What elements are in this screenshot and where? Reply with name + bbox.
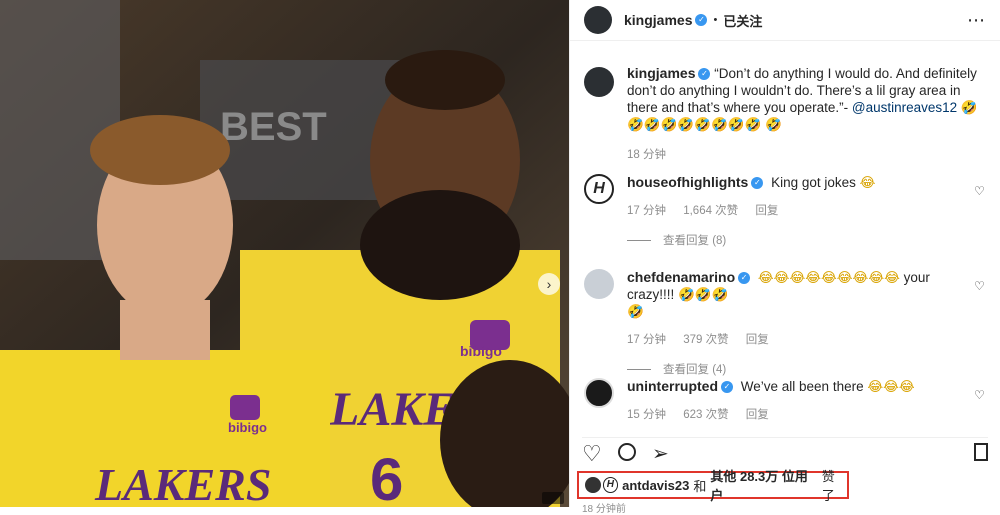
chevron-right-icon: › [546, 276, 552, 292]
caption-time[interactable]: 18 分钟 [627, 149, 666, 161]
avatar[interactable] [584, 378, 614, 408]
comment-time[interactable]: 15 分钟 [627, 409, 666, 421]
avatar[interactable]: H [602, 477, 619, 493]
reply-button[interactable]: 回复 [746, 409, 769, 421]
caption-username[interactable]: kingjames [627, 65, 695, 81]
reply-button[interactable]: 回复 [746, 334, 769, 346]
likes-liked: 赞了 [821, 469, 835, 503]
avatar[interactable]: H [584, 174, 614, 204]
share-icon[interactable]: ➢ [652, 441, 669, 466]
post-photo-illustration: BEST bibigo LAKERS 6 bibigo LAKERS [0, 0, 569, 507]
jersey-text-left: LAKERS [94, 459, 271, 507]
avatar[interactable] [585, 477, 601, 493]
likes-and: 和 [693, 478, 707, 494]
comment-icon[interactable] [618, 443, 636, 461]
comment-emoji-line2: 🤣 [627, 304, 644, 319]
jersey-patch-right: bibigo [460, 343, 502, 359]
caption-emojis-2: 🤣 [765, 117, 783, 132]
post-header: kingjames ✓ • 已关注 ⋯ [570, 0, 1000, 41]
verified-badge-icon: ✓ [695, 14, 708, 26]
comment-item: uninterrupted ✓ We’ve all been there 😂😂😂 … [584, 378, 990, 422]
caption-mention[interactable]: @austinreaves12 [852, 100, 957, 115]
view-replies[interactable]: 查看回复 (4) [627, 361, 990, 377]
comment-emoji: 😂😂😂 [867, 379, 915, 394]
likes-summary[interactable]: H antdavis23 和 其他 28.3万 位用户 赞了 [577, 469, 849, 503]
likes-others[interactable]: 其他 28.3万 位用户 [710, 466, 817, 504]
post-author-username[interactable]: kingjames [624, 12, 692, 28]
comment-emoji-prefix: 😂😂😂😂😂😂😂😂😂 [757, 270, 900, 285]
liker-username[interactable]: antdavis23 [622, 478, 689, 493]
comment-likes[interactable]: 379 次赞 [683, 334, 728, 346]
following-status[interactable]: 已关注 [723, 11, 762, 30]
header-separator: • [713, 14, 718, 26]
wall-text: BEST [220, 105, 327, 149]
avatar[interactable] [584, 67, 614, 97]
like-comment-icon[interactable]: ♡ [974, 184, 986, 198]
like-post-icon[interactable]: ♡ [582, 441, 602, 467]
comment-time[interactable]: 17 分钟 [627, 334, 666, 346]
comment-time[interactable]: 17 分钟 [627, 205, 666, 217]
save-post-icon[interactable] [974, 443, 988, 461]
comment-item: H houseofhighlights ✓ King got jokes 😂 17… [584, 174, 990, 248]
view-replies[interactable]: 查看回复 (8) [627, 232, 990, 248]
like-comment-icon[interactable]: ♡ [974, 388, 986, 402]
jersey-patch-left: bibigo [228, 420, 267, 435]
caption: kingjames ✓ “Don’t do anything I would do… [584, 65, 990, 162]
comment-text: We’ve all been there [740, 379, 864, 394]
verified-badge-icon: ✓ [698, 68, 711, 81]
more-options-icon[interactable]: ⋯ [967, 10, 986, 31]
comment-text: King got jokes [771, 175, 856, 190]
like-comment-icon[interactable]: ♡ [974, 279, 986, 293]
video-indicator [542, 492, 564, 504]
reply-button[interactable]: 回复 [755, 205, 778, 217]
comment-likes[interactable]: 623 次赞 [683, 409, 728, 421]
comment-item: chefdenamarino ✓ 😂😂😂😂😂😂😂😂😂 your crazy!!!!… [584, 269, 990, 377]
comment-likes[interactable]: 1,664 次赞 [683, 205, 738, 217]
verified-badge-icon: ✓ [751, 177, 764, 190]
post-timestamp: 18 分钟前 [582, 504, 626, 515]
comments-list: kingjames ✓ “Don’t do anything I would do… [570, 41, 1000, 435]
jersey-number: 6 [370, 446, 403, 507]
comment-emoji: 😂 [859, 175, 876, 190]
next-image-button[interactable]: › [538, 273, 560, 295]
comment-username[interactable]: uninterrupted [627, 378, 718, 394]
comment-username[interactable]: houseofhighlights [627, 174, 748, 190]
post-sidebar: kingjames ✓ • 已关注 ⋯ kingjames ✓ “Don’t do… [569, 0, 1000, 507]
avatar[interactable] [584, 269, 614, 299]
avatar[interactable] [584, 6, 612, 34]
comment-username[interactable]: chefdenamarino [627, 269, 735, 285]
comment-emoji-suffix: 🤣🤣🤣 [678, 287, 729, 302]
verified-badge-icon: ✓ [721, 381, 733, 394]
verified-badge-icon: ✓ [738, 272, 751, 285]
post-image[interactable]: BEST bibigo LAKERS 6 bibigo LAKERS › [0, 0, 569, 507]
